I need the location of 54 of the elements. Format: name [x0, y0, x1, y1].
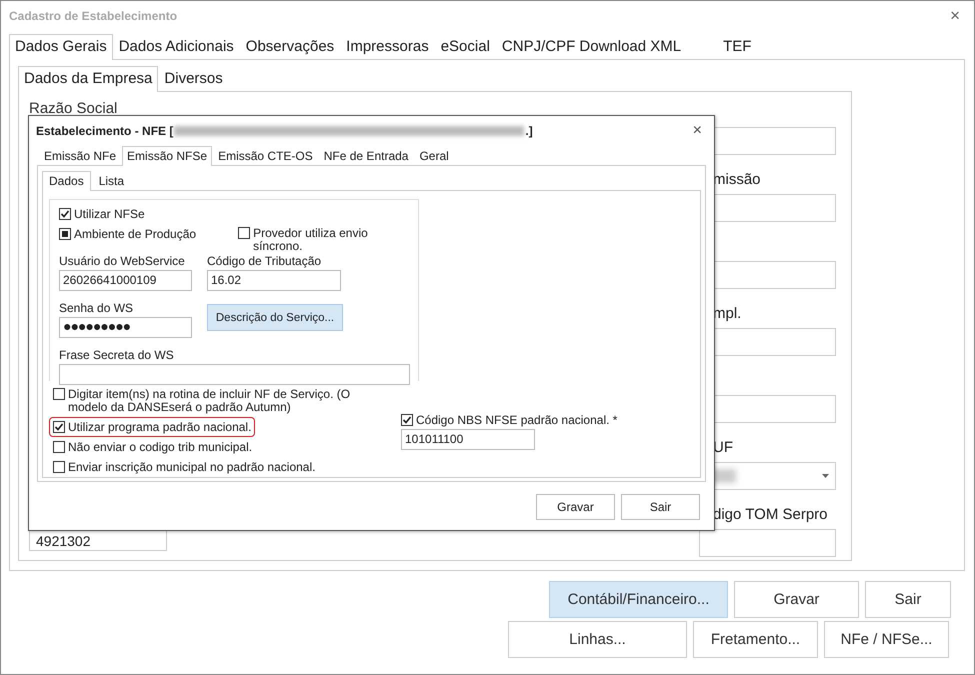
field-label: Razão Social: [29, 100, 118, 117]
dialog-title: .]: [525, 124, 533, 138]
tab[interactable]: Emissão CTE-OS: [213, 146, 318, 165]
checkbox[interactable]: Utilizar programa padrão nacional.: [49, 417, 256, 437]
tab[interactable]: Emissão NFSe: [122, 146, 212, 166]
tab[interactable]: Dados da Empresa: [18, 66, 158, 92]
tab[interactable]: CNPJ/CPF Download XML: [496, 34, 688, 59]
input-field[interactable]: [699, 529, 836, 557]
button[interactable]: Gravar: [734, 581, 859, 618]
checkbox[interactable]: Enviar inscrição municipal no padrão nacional.: [49, 457, 320, 477]
button[interactable]: NFe / NFSe...: [824, 621, 949, 658]
button[interactable]: Descrição do Serviço...: [207, 304, 343, 331]
checkbox[interactable]: Ambiente de Produção: [59, 227, 196, 241]
tab[interactable]: Dados Adicionais: [112, 34, 240, 59]
close-button[interactable]: ×: [692, 122, 702, 140]
tab[interactable]: Diversos: [158, 66, 229, 91]
tab[interactable]: Geral: [414, 146, 454, 165]
dialog-title: Estabelecimento - NFE [: [36, 124, 174, 138]
tab[interactable]: Emissão NFe: [39, 146, 122, 165]
tab[interactable]: NFe de Entrada: [318, 146, 414, 165]
tab[interactable]: Impressoras: [340, 34, 435, 59]
checkmark-icon: [402, 415, 412, 425]
button[interactable]: Sair: [621, 494, 700, 520]
button[interactable]: Linhas...: [508, 621, 687, 658]
password-field[interactable]: ●●●●●●●●●: [59, 317, 192, 338]
button[interactable]: Contábil/Financeiro...: [549, 581, 728, 618]
tab[interactable]: Lista: [92, 171, 132, 190]
checkbox[interactable]: Digitar item(ns) na rotina de incluir NF de Serviço. (O modelo da DANSEserá o padrão Autumn): [49, 385, 389, 417]
field-label: Senha do WS: [59, 301, 134, 315]
button[interactable]: Gravar: [536, 494, 615, 520]
checkbox[interactable]: Código NBS NFSE padrão nacional. *: [401, 413, 694, 427]
button[interactable]: Fretamento...: [693, 621, 818, 658]
input-field[interactable]: 16.02: [207, 270, 341, 291]
filled-square-icon: [62, 231, 68, 237]
checkmark-icon: [54, 422, 64, 432]
input-field[interactable]: [59, 364, 410, 385]
checkbox[interactable]: Não enviar o codigo trib municipal.: [49, 437, 256, 457]
tab[interactable]: Dados Gerais: [9, 34, 113, 60]
tab[interactable]: eSocial: [434, 34, 496, 59]
tab[interactable]: TEF: [717, 34, 758, 59]
checkmark-icon: [60, 209, 70, 219]
field-label: Usuário do WebService: [59, 254, 186, 268]
field-label: Frase Secreta do WS: [59, 348, 175, 362]
checkbox[interactable]: Utilizar NFSe: [59, 207, 409, 221]
tab[interactable]: Dados: [42, 171, 91, 191]
field-label: Código de Tributação: [207, 254, 322, 268]
input-field[interactable]: 101011100: [401, 429, 535, 450]
tab[interactable]: Observações: [240, 34, 340, 59]
input-field[interactable]: 26026641000109: [59, 270, 192, 291]
window-title: Cadastro de Estabelecimento: [9, 9, 178, 23]
checkbox[interactable]: Provedor utiliza envio síncrono.: [238, 227, 368, 253]
caret-icon: [822, 474, 829, 478]
button[interactable]: Sair: [865, 581, 951, 618]
close-button[interactable]: ×: [950, 6, 960, 26]
